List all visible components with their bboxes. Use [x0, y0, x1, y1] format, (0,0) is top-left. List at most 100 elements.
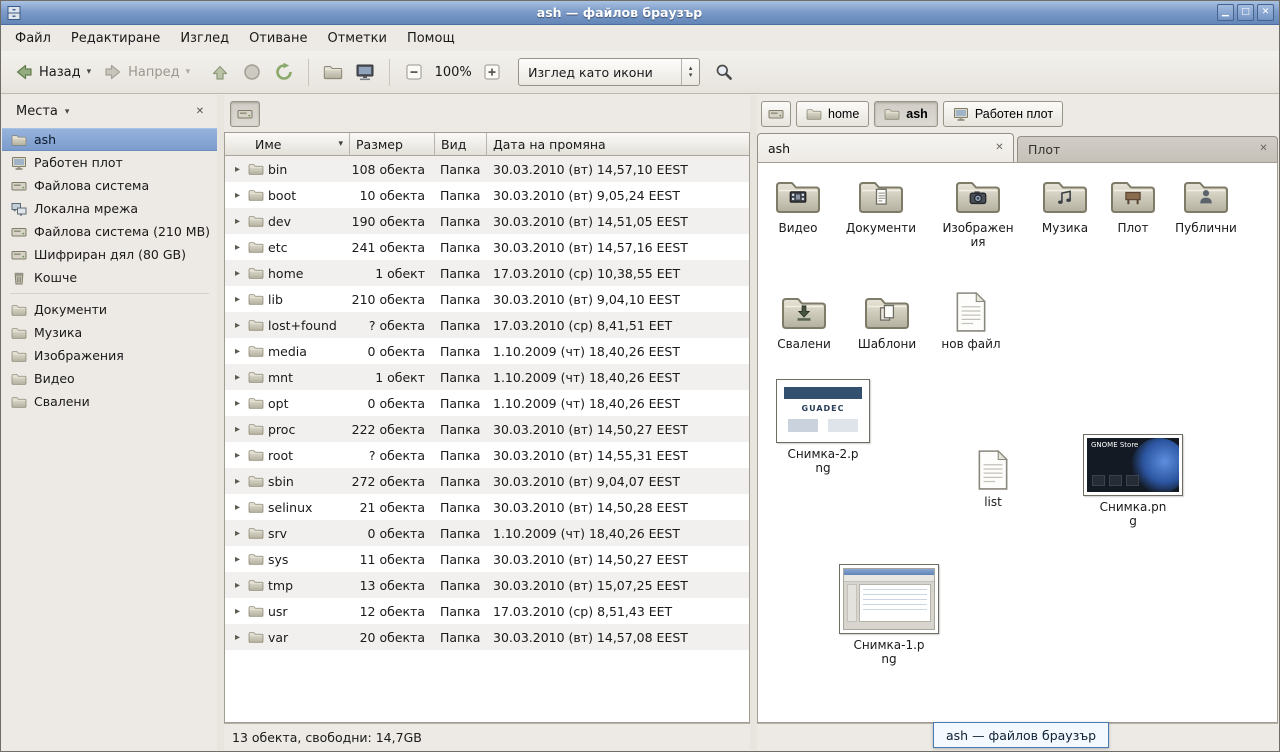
- sidebar-mode-select[interactable]: Места ▾: [10, 101, 75, 122]
- file-item-snimka-2[interactable]: GUADECСнимка-2.png: [771, 379, 875, 476]
- menu-go[interactable]: Отиване: [239, 27, 317, 50]
- expander-icon[interactable]: ▸: [231, 190, 244, 201]
- up-button[interactable]: [204, 58, 236, 86]
- expander-icon[interactable]: ▸: [231, 398, 244, 409]
- tree-row-lib[interactable]: ▸lib210 обектаПапка30.03.2010 (вт) 9,04,…: [225, 286, 749, 312]
- sidebar-item-downloads[interactable]: Свалени: [2, 390, 217, 413]
- tab-close-icon[interactable]: ✕: [992, 141, 1007, 156]
- sidebar-item-music[interactable]: Музика: [2, 321, 217, 344]
- titlebar[interactable]: ash — файлов браузър ▁ □ ✕: [1, 1, 1279, 25]
- sidebar-item-documents[interactable]: Документи: [2, 298, 217, 321]
- expander-icon[interactable]: ▸: [231, 632, 244, 643]
- tree-row-usr[interactable]: ▸usr12 обектаПапка17.03.2010 (ср) 8,51,4…: [225, 598, 749, 624]
- expander-icon[interactable]: ▸: [231, 528, 244, 539]
- menu-view[interactable]: Изглед: [170, 27, 239, 50]
- tree-row-srv[interactable]: ▸srv0 обектаПапка1.10.2009 (чт) 18,40,26…: [225, 520, 749, 546]
- pane-splitter-right[interactable]: [750, 95, 757, 750]
- tree-row-media[interactable]: ▸media0 обектаПапка1.10.2009 (чт) 18,40,…: [225, 338, 749, 364]
- expander-icon[interactable]: ▸: [231, 476, 244, 487]
- tree-row-var[interactable]: ▸var20 обектаПапка30.03.2010 (вт) 14,57,…: [225, 624, 749, 650]
- path-button-ash[interactable]: ash: [874, 101, 938, 127]
- tree-row-home[interactable]: ▸home1 обектПапка17.03.2010 (ср) 10,38,5…: [225, 260, 749, 286]
- tree-row-selinux[interactable]: ▸selinux21 обектаПапка30.03.2010 (вт) 14…: [225, 494, 749, 520]
- path-button-desktop[interactable]: Работен плот: [943, 101, 1063, 127]
- expander-icon[interactable]: ▸: [231, 346, 244, 357]
- menu-file[interactable]: Файл: [5, 27, 61, 50]
- tree-row-mnt[interactable]: ▸mnt1 обектПапка1.10.2009 (чт) 18,40,26 …: [225, 364, 749, 390]
- expander-icon[interactable]: ▸: [231, 164, 244, 175]
- home-button[interactable]: [317, 58, 349, 86]
- tree-row-sys[interactable]: ▸sys11 обектаПапка30.03.2010 (вт) 14,50,…: [225, 546, 749, 572]
- expander-icon[interactable]: ▸: [231, 216, 244, 227]
- sidebar-item-video[interactable]: Видео: [2, 367, 217, 390]
- sidebar-item-desktop[interactable]: Работен плот: [2, 151, 217, 174]
- combo-spinner-icon[interactable]: ▴▾: [681, 59, 699, 85]
- tree-row-etc[interactable]: ▸etc241 обектаПапка30.03.2010 (вт) 14,57…: [225, 234, 749, 260]
- expander-icon[interactable]: ▸: [231, 372, 244, 383]
- back-button[interactable]: Назад ▾: [8, 58, 97, 86]
- file-item-list[interactable]: list: [955, 449, 1031, 509]
- column-header-date[interactable]: Дата на промяна: [487, 133, 749, 156]
- expander-icon[interactable]: ▸: [231, 424, 244, 435]
- forward-button[interactable]: Напред ▾: [97, 58, 196, 86]
- sidebar-item-encrypted-80gb[interactable]: Шифриран дял (80 GB): [2, 243, 217, 266]
- sidebar-item-images[interactable]: Изображения: [2, 344, 217, 367]
- zoom-in-button[interactable]: [476, 58, 508, 86]
- tab-ash[interactable]: ash ✕: [757, 133, 1014, 162]
- file-item-desktop[interactable]: Плот: [1095, 175, 1171, 235]
- file-item-new-file[interactable]: нов файл: [933, 291, 1009, 351]
- tree-row-boot[interactable]: ▸boot10 обектаПапка30.03.2010 (вт) 9,05,…: [225, 182, 749, 208]
- path-button-root[interactable]: [230, 101, 260, 127]
- close-button[interactable]: ✕: [1257, 4, 1274, 21]
- expander-icon[interactable]: ▸: [231, 294, 244, 305]
- column-header-type[interactable]: Вид: [435, 133, 487, 156]
- tree-row-root[interactable]: ▸root? обектаПапка30.03.2010 (вт) 14,55,…: [225, 442, 749, 468]
- expander-icon[interactable]: ▸: [231, 580, 244, 591]
- column-header-name[interactable]: Име ▾: [225, 133, 350, 156]
- sidebar-item-ash[interactable]: ash: [2, 128, 217, 151]
- expander-icon[interactable]: ▸: [231, 554, 244, 565]
- file-item-snimka[interactable]: GNOME StoreСнимка.png: [1081, 434, 1185, 529]
- icon-view[interactable]: ВидеоДокументиИзображенияМузикаПлотПубли…: [757, 162, 1278, 723]
- file-item-snimka-1[interactable]: Снимка-1.png: [837, 564, 941, 667]
- sidebar-item-local-network[interactable]: Локална мрежа: [2, 197, 217, 220]
- menu-bookmarks[interactable]: Отметки: [317, 27, 396, 50]
- path-button-filesystem[interactable]: [761, 101, 791, 127]
- zoom-out-button[interactable]: [398, 58, 430, 86]
- reload-button[interactable]: [268, 58, 300, 86]
- tree-row-bin[interactable]: ▸bin108 обектаПапка30.03.2010 (вт) 14,57…: [225, 156, 749, 182]
- sidebar-item-filesystem[interactable]: Файлова система: [2, 174, 217, 197]
- tree-row-dev[interactable]: ▸dev190 обектаПапка30.03.2010 (вт) 14,51…: [225, 208, 749, 234]
- minimize-button[interactable]: ▁: [1217, 4, 1234, 21]
- tree-row-proc[interactable]: ▸proc222 обектаПапка30.03.2010 (вт) 14,5…: [225, 416, 749, 442]
- file-item-downloads[interactable]: Свалени: [766, 291, 842, 351]
- sidebar-close-button[interactable]: ✕: [191, 103, 209, 121]
- file-item-documents[interactable]: Документи: [843, 175, 919, 235]
- tree-row-tmp[interactable]: ▸tmp13 обектаПапка30.03.2010 (вт) 15,07,…: [225, 572, 749, 598]
- expander-icon[interactable]: ▸: [231, 268, 244, 279]
- sidebar-item-filesystem-210mb[interactable]: Файлова система (210 MB): [2, 220, 217, 243]
- sidebar-item-trash[interactable]: Кошче: [2, 266, 217, 289]
- expander-icon[interactable]: ▸: [231, 242, 244, 253]
- expander-icon[interactable]: ▸: [231, 502, 244, 513]
- expander-icon[interactable]: ▸: [231, 450, 244, 461]
- search-button[interactable]: [708, 58, 740, 86]
- view-mode-select[interactable]: Изглед като икони ▴▾: [518, 58, 700, 86]
- menu-edit[interactable]: Редактиране: [61, 27, 170, 50]
- file-item-templates[interactable]: Шаблони: [849, 291, 925, 351]
- maximize-button[interactable]: □: [1237, 4, 1254, 21]
- stop-button[interactable]: [236, 58, 268, 86]
- tab-desktop[interactable]: Плот ✕: [1017, 136, 1278, 162]
- menu-help[interactable]: Помощ: [397, 27, 465, 50]
- pane-splitter-left[interactable]: [217, 95, 224, 750]
- back-dropdown-icon[interactable]: ▾: [86, 67, 92, 77]
- tree-row-opt[interactable]: ▸opt0 обектаПапка1.10.2009 (чт) 18,40,26…: [225, 390, 749, 416]
- tree-row-sbin[interactable]: ▸sbin272 обектаПапка30.03.2010 (вт) 9,04…: [225, 468, 749, 494]
- file-item-music[interactable]: Музика: [1027, 175, 1103, 235]
- file-item-images[interactable]: Изображения: [940, 175, 1016, 250]
- column-header-size[interactable]: Размер: [350, 133, 435, 156]
- expander-icon[interactable]: ▸: [231, 606, 244, 617]
- expander-icon[interactable]: ▸: [231, 320, 244, 331]
- file-item-video[interactable]: Видео: [760, 175, 836, 235]
- tab-close-icon[interactable]: ✕: [1256, 142, 1271, 157]
